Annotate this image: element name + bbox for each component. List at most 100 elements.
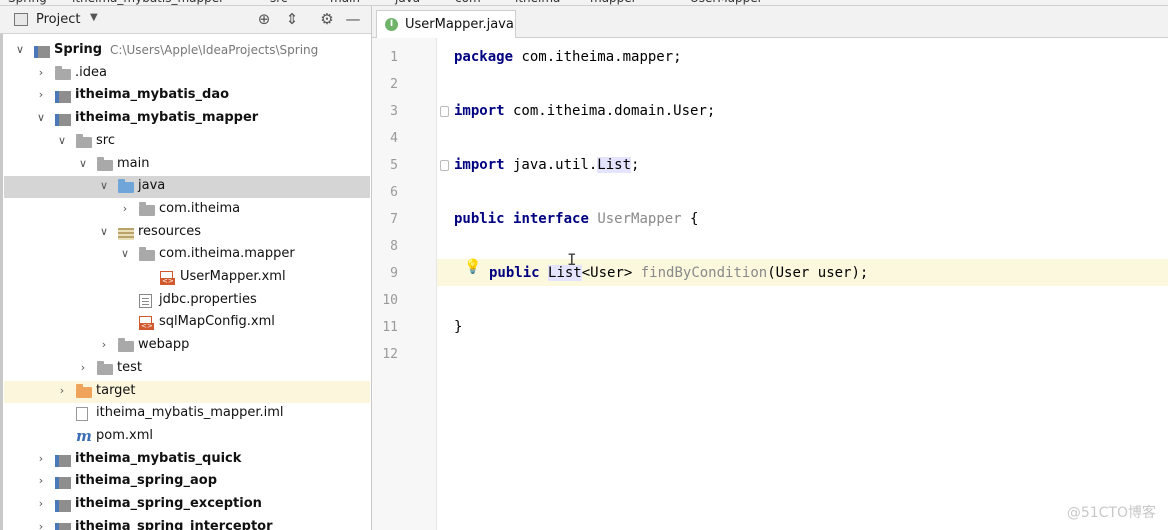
breadcrumb-item[interactable]: main (330, 0, 360, 5)
line-number: 9 (390, 266, 398, 281)
module-icon (34, 46, 50, 58)
tab-usermapper-java[interactable]: I UserMapper.java (376, 10, 516, 38)
fold-marker-icon[interactable] (440, 160, 449, 171)
tree-item-label: itheima_spring_aop (75, 473, 217, 489)
chevron-right-icon[interactable]: › (35, 88, 47, 101)
breadcrumb-item[interactable]: java (395, 0, 420, 5)
tree-item[interactable]: ∨ com.itheima.mapper (4, 244, 370, 266)
tree-item-label: itheima_mybatis_quick (75, 450, 242, 466)
tree-item-label: itheima_mybatis_mapper.iml (96, 405, 284, 421)
tree-item-label: Spring (54, 42, 103, 57)
tree-item[interactable]: UserMapper.xml (4, 267, 370, 289)
breadcrumb-item[interactable]: src (270, 0, 288, 5)
tree-item[interactable]: › itheima_spring_interceptor (4, 517, 370, 530)
breadcrumb-item[interactable]: UserMapper (690, 0, 763, 5)
project-pane-title[interactable]: Project (36, 12, 80, 27)
tree-item[interactable]: › itheima_mybatis_quick (4, 449, 370, 471)
source-folder-icon (118, 179, 134, 194)
code-line-3[interactable]: import com.itheima.domain.User; (454, 103, 715, 119)
chevron-down-icon[interactable]: ∨ (98, 225, 110, 238)
breadcrumb-item[interactable]: com (455, 0, 481, 5)
tree-item[interactable]: jdbc.properties (4, 290, 370, 312)
project-icon (14, 13, 28, 26)
breadcrumb-item[interactable]: mapper (590, 0, 637, 5)
chevron-down-icon[interactable]: ∨ (14, 43, 26, 56)
chevron-down-icon[interactable]: ∨ (77, 157, 89, 170)
tree-item[interactable]: › itheima_mybatis_dao (4, 85, 370, 107)
module-icon (55, 454, 71, 467)
tree-item-label: itheima_spring_exception (75, 496, 262, 511)
gutter-divider (436, 38, 437, 530)
tree-item-label: itheima_spring_interceptor (75, 518, 273, 530)
chevron-right-icon[interactable]: › (35, 520, 47, 530)
tree-item[interactable]: ∨ resources (4, 222, 370, 244)
maven-icon: m (76, 426, 92, 445)
chevron-down-icon[interactable]: ∨ (35, 111, 47, 124)
locate-icon[interactable]: ⊕ (255, 10, 273, 28)
breadcrumb-item[interactable]: Spring (8, 0, 47, 5)
lightbulb-icon[interactable]: 💡 (464, 259, 481, 275)
tree-item[interactable]: › com.itheima (4, 199, 370, 221)
tree-item-label: resources (138, 223, 202, 239)
code-line-5[interactable]: import java.util.List; (454, 157, 639, 173)
tree-item[interactable]: › test (4, 358, 370, 380)
tree-item[interactable]: ∨ main (4, 154, 370, 176)
folder-icon (97, 360, 113, 375)
tree-item[interactable]: ∨ itheima_mybatis_mapper (4, 108, 370, 130)
minimize-icon[interactable]: — (344, 10, 362, 28)
tree-item[interactable]: › .idea (4, 63, 370, 85)
excluded-folder-icon (76, 383, 92, 398)
gear-icon[interactable]: ⚙ (318, 10, 336, 28)
folder-icon (97, 156, 113, 171)
tree-item-label: com.itheima (159, 200, 241, 216)
line-number: 6 (390, 185, 398, 200)
tree-item[interactable]: › target (4, 380, 370, 403)
module-icon (55, 91, 71, 104)
line-number: 4 (390, 131, 398, 146)
line-number: 1 (390, 50, 398, 65)
chevron-right-icon[interactable]: › (35, 66, 47, 79)
tree-item[interactable]: sqlMapConfig.xml (4, 312, 370, 334)
iml-file-icon (76, 407, 88, 422)
tree-item[interactable]: m pom.xml (4, 426, 370, 448)
tree-item[interactable]: › itheima_spring_exception (4, 494, 370, 516)
tree-item-label: com.itheima.mapper (159, 246, 295, 262)
collapse-all-icon[interactable]: ⇕ (283, 10, 301, 28)
tree-item-label: main (117, 155, 150, 171)
xml-file-icon (139, 316, 154, 331)
chevron-right-icon[interactable]: › (98, 338, 110, 351)
chevron-right-icon[interactable]: › (77, 361, 89, 374)
chevron-down-icon[interactable]: ∨ (56, 134, 68, 147)
chevron-down-icon[interactable]: ∨ (119, 247, 131, 260)
tree-item-label: test (117, 359, 142, 375)
tree-item[interactable]: ∨ src (4, 131, 370, 153)
tree-item[interactable]: itheima_mybatis_mapper.iml (4, 403, 370, 425)
chevron-right-icon[interactable]: › (35, 452, 47, 465)
tree-item[interactable]: ∨ Spring C:\Users\Apple\IdeaProjects\Sprin… (4, 40, 370, 62)
watermark: @51CTO博客 (1066, 505, 1156, 521)
code-line-11[interactable]: } (454, 319, 462, 335)
line-number: 5 (390, 158, 398, 173)
chevron-right-icon[interactable]: › (35, 497, 47, 510)
chevron-right-icon[interactable]: › (119, 202, 131, 215)
tree-item[interactable]: › itheima_spring_aop (4, 471, 370, 493)
xml-file-icon (160, 271, 175, 285)
tab-label: UserMapper.java (405, 17, 514, 32)
fold-marker-icon[interactable] (440, 106, 449, 117)
breadcrumb-item[interactable]: itheima_mybatis_mapper (72, 0, 224, 5)
tree-item-label: itheima_mybatis_dao (75, 87, 230, 103)
chevron-right-icon[interactable]: › (35, 474, 47, 487)
tree-item[interactable]: ∨ java (4, 176, 370, 199)
tree-item[interactable]: › webapp (4, 335, 370, 357)
code-line-7[interactable]: public interface UserMapper { (454, 211, 698, 227)
tree-item-label: .idea (75, 64, 107, 80)
code-line-9[interactable]: public List<User> findByCondition(User u… (489, 265, 868, 281)
chevron-right-icon[interactable]: › (56, 384, 68, 397)
breadcrumb-item[interactable]: itheima (515, 0, 560, 5)
tree-item-label: UserMapper.xml (180, 269, 286, 284)
code-editor[interactable]: 1 2 3 4 5 6 7 8 9 10 11 12 package com.itheima.mapp… (372, 38, 1168, 530)
chevron-down-icon[interactable]: ▼ (90, 12, 98, 23)
chevron-down-icon[interactable]: ∨ (98, 179, 110, 192)
line-number: 10 (382, 293, 398, 308)
code-line-1[interactable]: package com.itheima.mapper; (454, 49, 682, 65)
